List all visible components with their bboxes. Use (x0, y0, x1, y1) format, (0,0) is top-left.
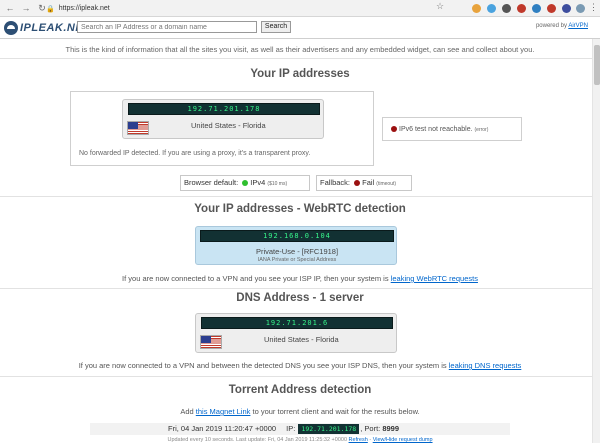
refresh-link[interactable]: Refresh (349, 437, 368, 443)
forward-icon[interactable]: → (20, 2, 32, 14)
divider (0, 376, 592, 377)
search-button[interactable]: Search (261, 21, 291, 33)
torrent-port: 8999 (382, 424, 400, 433)
logo-icon (4, 21, 18, 35)
dns-section-title: DNS Address - 1 server (236, 292, 364, 304)
lock-icon: 🔒 (46, 5, 55, 13)
dns-location: United States - Florida (264, 335, 339, 344)
site-header: IPLEAK.NET Search powered by AirVPN (0, 17, 600, 39)
us-flag-icon (127, 121, 149, 135)
extension-icon[interactable] (472, 4, 481, 13)
extension-icon[interactable] (502, 4, 511, 13)
divider (0, 288, 592, 289)
ipv6-text: IPv6 test not reachable. (399, 126, 473, 133)
webrtc-card: 192.168.0.104 Private-Use - [RFC1918] IA… (195, 226, 397, 265)
menu-icon[interactable]: ⋮ (589, 2, 598, 13)
magnet-link[interactable]: this Magnet Link (196, 407, 251, 416)
torrent-section-title: Torrent Address detection (228, 384, 372, 396)
extension-icon[interactable] (487, 4, 496, 13)
dns-card: 192.71.201.6 United States - Florida (195, 313, 397, 353)
ipv6-panel: IPv6 test not reachable. (error) (382, 117, 522, 141)
ipv4-panel: 192.71.201.178 United States - Florida N… (70, 91, 374, 166)
page-scrollbar[interactable] (592, 39, 600, 443)
powered-by-label: powered by (535, 23, 567, 29)
no-forward-text: No forwarded IP detected. If you are usi… (79, 150, 311, 157)
webrtc-label: Private-Use - [RFC1918] (255, 247, 339, 256)
torrent-instructions: Add this Magnet Link to your torrent cli… (0, 407, 600, 416)
browser-toolbar: ← → ↻ 🔒 https://ipleak.net ☆ ⋮ (0, 0, 600, 17)
url-text[interactable]: https://ipleak.net (59, 5, 110, 12)
webrtc-leak-link[interactable]: leaking WebRTC requests (391, 274, 478, 283)
torrent-ip-label: IP: (286, 424, 296, 433)
dns-note: If you are now connected to a VPN and be… (0, 361, 600, 370)
ipv4-card: 192.71.201.178 United States - Florida (122, 99, 324, 139)
browser-default-tag: ($10 ms) (267, 181, 288, 187)
back-icon[interactable]: ← (4, 2, 16, 14)
intro-text: This is the kind of information that all… (65, 45, 535, 54)
torrent-updated-text: Updated every 10 seconds. Last update: F… (167, 437, 348, 443)
airvpn-link[interactable]: AirVPN (568, 23, 588, 29)
ipv4-location: United States - Florida (191, 121, 266, 130)
extension-icon[interactable] (532, 4, 541, 13)
fallback-value: Fail (362, 178, 375, 187)
scrollbar-thumb[interactable] (594, 45, 600, 85)
error-dot-icon (391, 126, 397, 133)
browser-default-pill: Browser default: IPv4 ($10 ms) (180, 175, 310, 191)
ipv4-address: 192.71.201.178 (128, 103, 320, 115)
torrent-ip: 192.71.201.178 (298, 424, 360, 434)
ipv6-tag: (error) (474, 127, 489, 133)
extension-icon[interactable] (562, 4, 571, 13)
bookmark-star-icon[interactable]: ☆ (436, 1, 444, 12)
ipv6-status: IPv6 test not reachable. (error) (391, 126, 488, 133)
torrent-port-label: , Port: (360, 424, 381, 433)
torrent-add-text: Add (180, 407, 194, 416)
webrtc-note-text: If you are now connected to a VPN and yo… (122, 274, 389, 283)
browser-default-value: IPv4 (250, 178, 266, 187)
search-input[interactable] (77, 21, 257, 33)
fallback-pill: Fallback: Fail (timeout) (316, 175, 412, 191)
fallback-tag: (timeout) (376, 181, 397, 187)
webrtc-note: If you are now connected to a VPN and yo… (0, 274, 600, 283)
profile-avatar[interactable] (576, 4, 585, 13)
webrtc-address: 192.168.0.104 (200, 230, 394, 242)
view-dump-link[interactable]: View/Hide request dump (373, 437, 433, 443)
dns-address: 192.71.201.6 (201, 317, 393, 329)
error-dot-icon (354, 180, 361, 187)
dns-leak-link[interactable]: leaking DNS requests (449, 361, 522, 370)
torrent-date: Fri, 04 Jan 2019 11:20:47 +0000 (168, 424, 277, 433)
address-bar[interactable]: 🔒 https://ipleak.net (46, 2, 462, 15)
ip-section-title: Your IP addresses (250, 68, 350, 80)
fallback-label: Fallback: (320, 178, 351, 187)
powered-by: powered by AirVPN (536, 23, 588, 29)
extension-icon[interactable] (517, 4, 526, 13)
dns-note-text: If you are now connected to a VPN and be… (78, 361, 447, 370)
extension-icon[interactable] (547, 4, 556, 13)
webrtc-section-title: Your IP addresses - WebRTC detection (194, 203, 406, 215)
us-flag-icon (200, 335, 222, 349)
divider (0, 196, 592, 197)
divider (0, 58, 592, 59)
browser-default-label: Browser default: (184, 178, 239, 187)
torrent-result-row: Fri, 04 Jan 2019 11:20:47 +0000 IP: 192.… (90, 423, 510, 435)
webrtc-sublabel: IANA Private or Special Address (257, 257, 337, 263)
ok-dot-icon (242, 180, 249, 187)
torrent-add-suffix: to your torrent client and wait for the … (252, 407, 420, 416)
torrent-updated-row: Updated every 10 seconds. Last update: F… (167, 437, 433, 443)
